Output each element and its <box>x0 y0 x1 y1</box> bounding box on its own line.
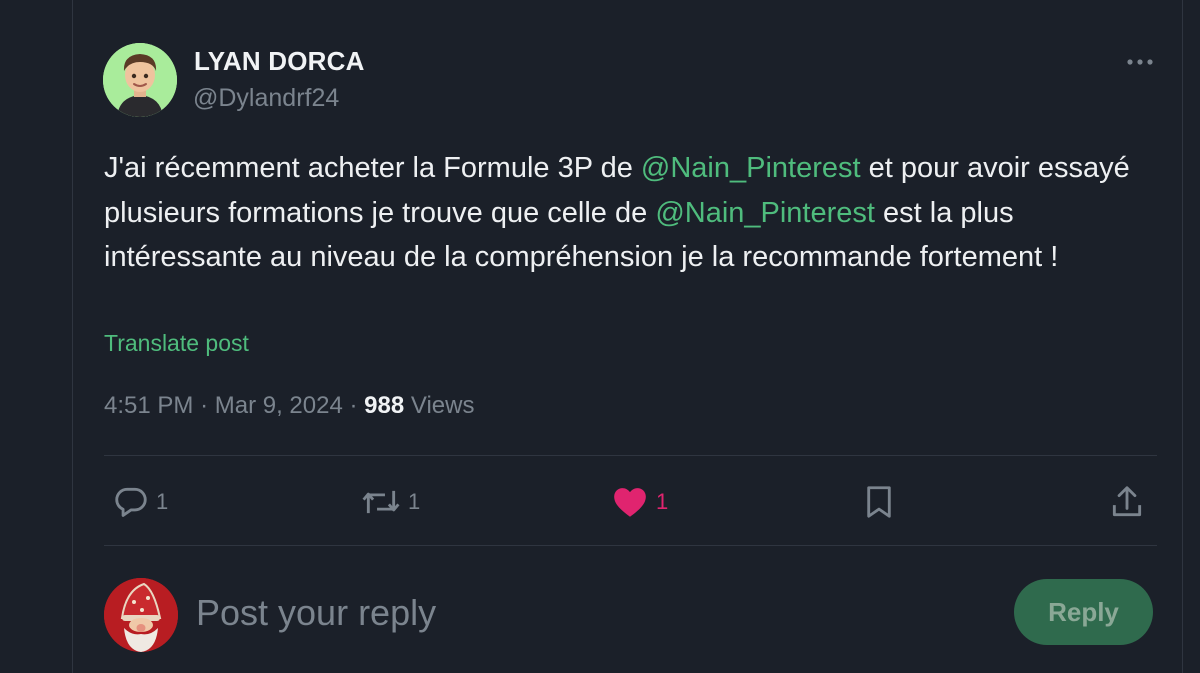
author-handle[interactable]: @Dylandrf24 <box>193 84 339 113</box>
share-action[interactable] <box>1108 482 1146 522</box>
column-border-right <box>1182 0 1183 673</box>
column-border-left <box>72 0 73 673</box>
reply-input[interactable] <box>196 586 976 640</box>
repost-action[interactable]: 1 <box>360 482 420 522</box>
divider <box>104 545 1157 546</box>
post-meta: 4:51 PM · Mar 9, 2024 · 988 Views <box>104 392 474 420</box>
reply-icon <box>115 487 147 517</box>
more-options-button[interactable] <box>1124 54 1156 70</box>
bookmark-action[interactable] <box>860 482 898 522</box>
reply-count: 1 <box>156 489 169 514</box>
translate-post-link[interactable]: Translate post <box>104 330 249 357</box>
repost-icon <box>362 490 400 514</box>
mention-link[interactable]: @Nain_Pinterest <box>641 152 861 184</box>
reply-button[interactable]: Reply <box>1014 579 1153 645</box>
views-count: 988 <box>364 392 405 419</box>
views-label: Views <box>410 392 475 419</box>
post-page: LYAN DORCA @Dylandrf24 J'ai récemment ac… <box>0 0 1200 673</box>
meta-separator: · <box>200 392 209 419</box>
bookmark-icon <box>867 486 891 518</box>
gnome-avatar-icon <box>104 578 178 652</box>
like-action[interactable]: 1 <box>610 482 668 522</box>
current-user-avatar[interactable] <box>104 578 178 652</box>
share-icon <box>1112 486 1142 517</box>
post-text: J'ai récemment acheter la Formule 3P de … <box>104 146 1144 280</box>
heart-icon <box>614 488 646 517</box>
divider <box>104 455 1157 456</box>
author-name[interactable]: LYAN DORCA <box>194 46 365 77</box>
post-text-segment: J'ai récemment acheter la Formule 3P de <box>104 152 641 184</box>
post-date[interactable]: Mar 9, 2024 <box>215 392 343 419</box>
like-count: 1 <box>656 489 669 514</box>
more-icon <box>1127 59 1153 65</box>
author-avatar[interactable] <box>103 43 177 117</box>
meta-separator: · <box>349 392 358 419</box>
post-time[interactable]: 4:51 PM <box>104 392 193 419</box>
mention-link[interactable]: @Nain_Pinterest <box>655 197 875 229</box>
repost-count: 1 <box>408 489 421 514</box>
reply-action[interactable]: 1 <box>112 482 168 522</box>
memoji-avatar-icon <box>103 43 177 117</box>
